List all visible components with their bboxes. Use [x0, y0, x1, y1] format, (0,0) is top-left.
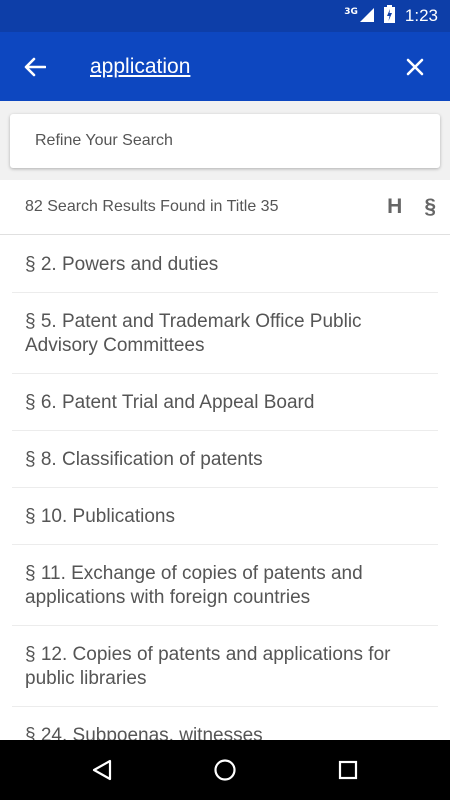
- list-item[interactable]: § 12. Copies of patents and applications…: [12, 626, 438, 707]
- search-query[interactable]: application: [90, 55, 380, 79]
- list-item[interactable]: § 2. Powers and duties: [12, 236, 438, 293]
- section-view-button[interactable]: §: [424, 195, 436, 219]
- list-item[interactable]: § 5. Patent and Trademark Office Public …: [12, 293, 438, 374]
- nav-home-button[interactable]: [195, 740, 255, 800]
- heading-view-button[interactable]: H: [387, 195, 402, 219]
- back-button[interactable]: [0, 32, 70, 101]
- circle-home-icon: [214, 759, 236, 781]
- clock: 1:23: [404, 6, 438, 25]
- navigation-bar: [0, 740, 450, 800]
- network-type: 3G: [344, 7, 358, 17]
- list-item[interactable]: § 6. Patent Trial and Appeal Board: [12, 374, 438, 431]
- list-item[interactable]: § 8. Classification of patents: [12, 431, 438, 488]
- status-bar: 3G 1:23: [0, 0, 450, 32]
- list-item[interactable]: § 10. Publications: [12, 488, 438, 545]
- results-list: § 2. Powers and duties § 5. Patent and T…: [0, 236, 450, 740]
- signal-icon: [359, 7, 374, 26]
- app-bar: application: [0, 32, 450, 101]
- results-header: 82 Search Results Found in Title 35 H §: [0, 180, 450, 235]
- refine-search-label: Refine Your Search: [35, 132, 173, 149]
- list-item[interactable]: § 24. Subpoenas, witnesses: [12, 707, 438, 740]
- refine-search-button[interactable]: Refine Your Search: [10, 114, 440, 168]
- nav-recents-button[interactable]: [318, 740, 378, 800]
- results-count: 82 Search Results Found in Title 35: [25, 198, 279, 215]
- clear-search-button[interactable]: [380, 32, 450, 101]
- nav-back-button[interactable]: [72, 740, 132, 800]
- battery-icon: [383, 5, 395, 27]
- triangle-back-icon: [92, 759, 111, 781]
- list-item[interactable]: § 11. Exchange of copies of patents and …: [12, 545, 438, 626]
- close-icon: [406, 58, 424, 75]
- square-recents-icon: [339, 760, 358, 780]
- arrow-left-icon: [24, 57, 46, 76]
- refine-section: Refine Your Search: [0, 101, 450, 180]
